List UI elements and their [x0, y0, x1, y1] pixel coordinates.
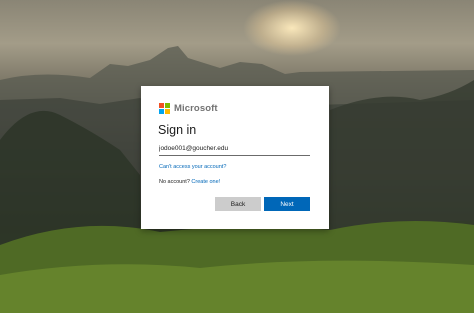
email-field[interactable]: [159, 142, 310, 156]
page-title: Sign in: [158, 123, 197, 137]
microsoft-logo: Microsoft: [159, 103, 218, 114]
no-account-text: No account?: [159, 179, 190, 185]
create-account-link[interactable]: Create one!: [191, 179, 220, 185]
next-button[interactable]: Next: [264, 197, 310, 211]
cant-access-link[interactable]: Can't access your account?: [159, 164, 226, 170]
signin-card: Microsoft Sign in Can't access your acco…: [141, 86, 329, 229]
logo-text: Microsoft: [174, 103, 218, 114]
microsoft-logo-icon: [159, 103, 170, 114]
back-button[interactable]: Back: [215, 197, 261, 211]
no-account-row: No account? Create one!: [159, 179, 220, 185]
